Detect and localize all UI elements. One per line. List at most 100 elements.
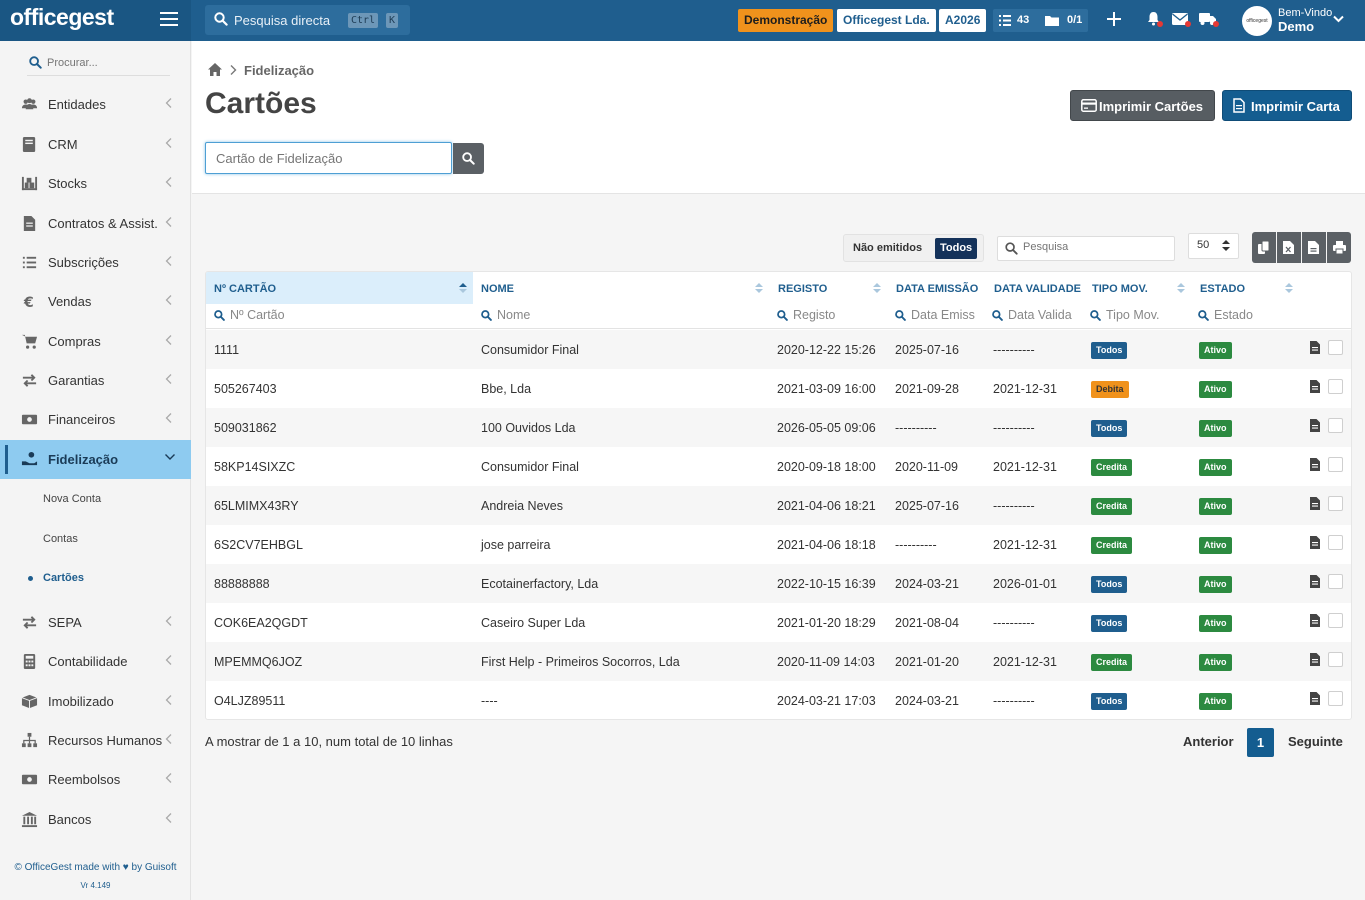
sidebar-item-stocks[interactable]: Stocks <box>0 164 191 203</box>
sidebar-footer[interactable]: © OfficeGest made with ♥ by Guisoft <box>0 862 191 873</box>
excel-button[interactable] <box>1277 232 1301 263</box>
sidebar-subitem-nova-conta[interactable]: Nova Conta <box>0 480 191 519</box>
home-icon[interactable] <box>207 62 223 77</box>
sidebar-subitem-cartoes[interactable]: Cartões <box>0 559 191 598</box>
row-checkbox[interactable] <box>1328 379 1343 394</box>
year-badge[interactable]: A2026 <box>939 9 987 32</box>
row-checkbox[interactable] <box>1328 652 1343 667</box>
sidebar-item-reembolsos[interactable]: Reembolsos <box>0 760 191 799</box>
loyalty-card-input[interactable] <box>205 142 452 174</box>
document-icon[interactable] <box>1310 692 1320 705</box>
sidebar-item-entidades[interactable]: Entidades <box>0 85 191 124</box>
sidebar-item-recursos-humanos[interactable]: Recursos Humanos <box>0 721 191 760</box>
cell-registo: 2026-05-05 09:06 <box>777 421 876 435</box>
row-checkbox[interactable] <box>1328 340 1343 355</box>
search-icon <box>29 56 42 69</box>
sidebar-item-fidelizacao[interactable]: Fidelização <box>0 440 191 479</box>
row-checkbox[interactable] <box>1328 691 1343 706</box>
chevron-left-icon <box>165 813 172 823</box>
print-cards-button[interactable]: Imprimir Cartões <box>1070 90 1216 121</box>
sidebar-item-contratos[interactable]: Contratos & Assist. <box>0 204 191 243</box>
column-header-registo[interactable]: REGISTO <box>770 272 888 304</box>
sidebar-subitem-contas[interactable]: Contas <box>0 520 191 559</box>
toggle-all[interactable]: Todos <box>935 238 978 259</box>
table-row[interactable]: 6S2CV7EHBGL jose parreira 2021-04-06 18:18… <box>206 525 1351 564</box>
sidebar-item-garantias[interactable]: Garantias <box>0 361 191 400</box>
document-icon[interactable] <box>1310 497 1320 510</box>
chevron-down-icon[interactable] <box>1333 15 1344 23</box>
toggle-not-emitted[interactable]: Não emitidos <box>848 238 927 259</box>
column-header-name[interactable]: NOME <box>473 272 770 304</box>
table-row[interactable]: O4LJZ89511 ---- 2024-03-21 17:03 2024-03-21… <box>206 681 1351 719</box>
brand-logo[interactable]: officegest <box>10 4 114 31</box>
welcome-label: Bem-Vindo <box>1278 7 1333 19</box>
box-icon <box>21 694 38 709</box>
sidebar-item-contabilidade[interactable]: Contabilidade <box>0 642 191 681</box>
filter-placeholder: Nº Cartão <box>230 308 285 322</box>
pdf-button[interactable] <box>1302 232 1326 263</box>
cell-name: Caseiro Super Lda <box>481 616 586 630</box>
chevron-left-icon <box>165 98 172 108</box>
search-icon <box>214 12 228 26</box>
table-row[interactable]: 1111 Consumidor Final 2020-12-22 15:26 2025… <box>206 330 1351 369</box>
column-header-status[interactable]: ESTADO <box>1192 272 1296 304</box>
pagination-next[interactable]: Seguinte <box>1288 734 1343 749</box>
row-checkbox[interactable] <box>1328 574 1343 589</box>
table-row[interactable]: 88888888 Ecotainerfactory, Lda 2022-10-15 … <box>206 564 1351 603</box>
sidebar-item-sepa[interactable]: SEPA <box>0 603 191 642</box>
card-search-button[interactable] <box>453 143 484 174</box>
pagination-prev[interactable]: Anterior <box>1183 734 1234 749</box>
column-header-issue-date[interactable]: DATA EMISSÃO <box>888 272 986 304</box>
column-header-mov-type[interactable]: TIPO MOV. <box>1084 272 1192 304</box>
avatar[interactable]: officegest <box>1242 6 1272 36</box>
row-checkbox[interactable] <box>1328 535 1343 550</box>
document-icon[interactable] <box>1310 458 1320 471</box>
column-header-card-number[interactable]: Nº CARTÃO <box>206 272 473 304</box>
row-checkbox[interactable] <box>1328 613 1343 628</box>
print-button[interactable] <box>1327 232 1351 263</box>
table-row[interactable]: 505267403 Bbe, Lda 2021-03-09 16:00 2021-09… <box>206 369 1351 408</box>
counters[interactable]: 43 0/1 <box>993 9 1088 32</box>
company-badge[interactable]: Officegest Lda. <box>837 9 936 32</box>
column-header-valid-date[interactable]: DATA VALIDADE <box>986 272 1084 304</box>
plus-icon[interactable] <box>1107 12 1121 26</box>
cell-valid-date: ---------- <box>993 499 1035 513</box>
breadcrumb-item[interactable]: Fidelização <box>244 63 314 78</box>
copy-button[interactable] <box>1252 232 1276 263</box>
sidebar-item-subscricoes[interactable]: Subscrições <box>0 243 191 282</box>
row-checkbox[interactable] <box>1328 418 1343 433</box>
page-size-select[interactable]: 50 <box>1188 233 1239 259</box>
global-search[interactable]: Pesquisa directa Ctrl K <box>205 5 410 35</box>
table-row[interactable]: 509031862 100 Ouvidos Lda 2026-05-05 09:06… <box>206 408 1351 447</box>
row-checkbox[interactable] <box>1328 496 1343 511</box>
row-checkbox[interactable] <box>1328 457 1343 472</box>
sidebar-search[interactable] <box>27 53 170 76</box>
table-row[interactable]: 58KP14SIXZC Consumidor Final 2020-09-18 18… <box>206 447 1351 486</box>
status-badge: Ativo <box>1199 498 1232 515</box>
sidebar-item-compras[interactable]: Compras <box>0 322 191 361</box>
sidebar-item-label: Contabilidade <box>48 654 128 669</box>
sidebar-item-imobilizado[interactable]: Imobilizado <box>0 682 191 721</box>
table-row[interactable]: MPEMMQ6JOZ First Help - Primeiros Socorro… <box>206 642 1351 681</box>
sidebar-search-input[interactable] <box>47 57 167 69</box>
print-letter-button[interactable]: Imprimir Carta <box>1222 90 1352 121</box>
document-icon[interactable] <box>1310 614 1320 627</box>
document-icon[interactable] <box>1310 419 1320 432</box>
user-name[interactable]: Demo <box>1278 19 1314 34</box>
demo-badge[interactable]: Demonstração <box>738 9 834 32</box>
sidebar-item-crm[interactable]: CRM <box>0 125 191 164</box>
document-icon[interactable] <box>1310 380 1320 393</box>
table-row[interactable]: COK6EA2QGDT Caseiro Super Lda 2021-01-20 1… <box>206 603 1351 642</box>
document-icon[interactable] <box>1310 653 1320 666</box>
menu-toggle-icon[interactable] <box>160 12 178 28</box>
sidebar-item-financeiros[interactable]: Financeiros <box>0 400 191 439</box>
sidebar-item-bancos[interactable]: Bancos <box>0 800 191 839</box>
pagination-page[interactable]: 1 <box>1247 728 1274 757</box>
table-search[interactable] <box>997 236 1175 261</box>
sidebar-item-vendas[interactable]: € Vendas <box>0 282 191 321</box>
table-row[interactable]: 65LMIMX43RY Andreia Neves 2021-04-06 18:21… <box>206 486 1351 525</box>
document-icon[interactable] <box>1310 575 1320 588</box>
table-search-input[interactable] <box>1023 241 1171 253</box>
document-icon[interactable] <box>1310 536 1320 549</box>
document-icon[interactable] <box>1310 341 1320 354</box>
